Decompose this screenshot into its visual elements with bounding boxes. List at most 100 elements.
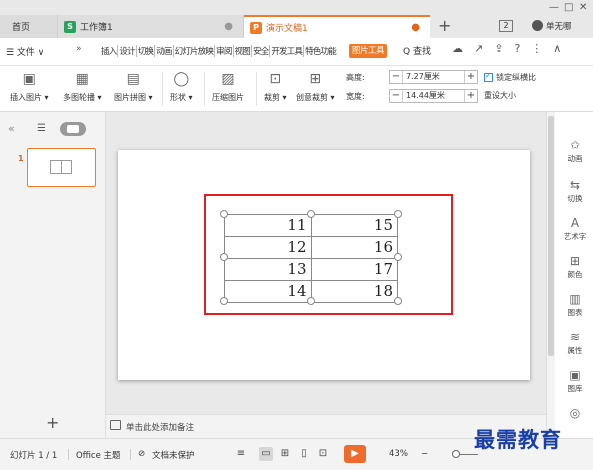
shield-icon: ⊘ <box>138 449 146 459</box>
tab-review[interactable]: 审阅 <box>214 45 232 57</box>
chart-pane-button[interactable]: ▥ 图表 <box>557 292 593 318</box>
table-cell[interactable]: 14 <box>224 280 312 303</box>
animation-pane-button[interactable]: ✩ 动画 <box>557 138 593 164</box>
user-name[interactable]: 单无哪 <box>546 20 572 32</box>
cloud-icon[interactable]: ☁ <box>452 42 463 55</box>
help-icon[interactable]: ? <box>514 42 520 55</box>
vertical-scrollbar[interactable] <box>547 112 555 438</box>
tab-transition[interactable]: 切换 <box>135 45 154 57</box>
compress-icon: ▨ <box>221 71 235 87</box>
minimize-button[interactable]: — <box>549 2 559 13</box>
zoom-slider-knob[interactable] <box>452 450 460 458</box>
wordart-pane-button[interactable]: A 艺术字 <box>557 216 593 242</box>
width-field[interactable]: − 14.44厘米 + <box>389 89 478 103</box>
table-cell[interactable]: 13 <box>224 258 312 281</box>
reset-size-button[interactable]: 重设大小 <box>484 90 516 101</box>
height-decrease-button[interactable]: − <box>390 71 402 83</box>
tab-developer[interactable]: 开发工具 <box>269 45 303 57</box>
table-cell[interactable]: 12 <box>224 236 312 259</box>
window-count-badge[interactable]: 2 <box>499 20 513 32</box>
data-table[interactable]: 11 15 12 16 13 17 14 18 <box>224 214 398 303</box>
outline-view-icon[interactable]: ☰ <box>37 123 46 134</box>
normal-view-icon[interactable]: ▭ <box>259 447 273 461</box>
location-pane-button[interactable]: ◎ <box>557 406 593 420</box>
sorter-view-icon[interactable]: ⊞ <box>278 447 292 461</box>
collapse-panel-icon[interactable]: « <box>8 122 15 135</box>
height-field[interactable]: − 7.27厘米 + <box>389 70 478 84</box>
notes-placeholder[interactable]: 单击此处添加备注 <box>126 421 194 433</box>
width-value[interactable]: 14.44厘米 <box>402 90 465 102</box>
lock-aspect-checkbox[interactable]: 锁定纵横比 <box>484 71 536 83</box>
gallery-pane-button[interactable]: ▣ 图库 <box>557 368 593 394</box>
presenter-view-icon[interactable]: ⊡ <box>316 447 330 461</box>
close-button[interactable]: ✕ <box>579 2 587 13</box>
table-cell[interactable]: 16 <box>310 236 398 259</box>
slide-thumbnail[interactable] <box>27 148 96 187</box>
properties-pane-button[interactable]: ≋ 属性 <box>557 330 593 356</box>
carousel-button[interactable]: ▦ 多图轮播 ▾ <box>63 70 102 103</box>
more-icon[interactable]: ⋮ <box>531 42 542 55</box>
new-tab-button[interactable]: + <box>438 16 451 35</box>
creative-crop-button[interactable]: ⊞ 创意裁剪 ▾ <box>296 70 335 103</box>
resize-handle[interactable] <box>220 253 228 261</box>
resize-handle[interactable] <box>220 297 228 305</box>
table-cell[interactable]: 17 <box>310 258 398 281</box>
zoom-slider-track[interactable] <box>458 454 478 455</box>
tab-home[interactable]: 首页 <box>0 15 58 38</box>
width-increase-button[interactable]: + <box>465 90 477 102</box>
resize-handle[interactable] <box>307 210 315 218</box>
shape-button[interactable]: ◯ 形状 ▾ <box>170 70 193 103</box>
compress-picture-button[interactable]: ▨ 压缩图片 <box>212 70 244 103</box>
slide[interactable]: 11 15 12 16 13 17 14 18 <box>118 150 530 380</box>
play-slideshow-button[interactable]: ▶ <box>344 445 366 463</box>
file-menu[interactable]: ☰ 文件 ∨ <box>6 45 44 58</box>
search-button[interactable]: Q 查找 <box>403 44 431 57</box>
zoom-out-button[interactable]: − <box>421 449 428 459</box>
resize-handle[interactable] <box>394 253 402 261</box>
height-increase-button[interactable]: + <box>465 71 477 83</box>
tab-animation[interactable]: 动画 <box>154 45 172 57</box>
resize-handle[interactable] <box>220 210 228 218</box>
resize-handle[interactable] <box>394 297 402 305</box>
height-value[interactable]: 7.27厘米 <box>402 71 465 83</box>
tab-slideshow[interactable]: 幻灯片放映 <box>172 45 215 57</box>
zoom-level[interactable]: 43% <box>389 449 408 459</box>
tab-presentation[interactable]: P 演示文稿1 ● <box>244 15 430 38</box>
crop-icon: ⊡ <box>269 71 282 87</box>
share-icon[interactable]: ↗ <box>474 42 483 55</box>
transition-pane-button[interactable]: ⇆ 切换 <box>557 178 593 204</box>
resize-handle[interactable] <box>394 210 402 218</box>
collage-button[interactable]: ▤ 图片拼图 ▾ <box>114 70 153 103</box>
collapse-ribbon-icon[interactable]: ∧ <box>553 42 561 55</box>
color-pane-button[interactable]: ⊞ 颜色 <box>557 254 593 280</box>
tab-insert[interactable]: 插入 <box>100 45 117 57</box>
width-decrease-button[interactable]: − <box>390 90 402 102</box>
tab-features[interactable]: 特色功能 <box>303 45 337 57</box>
insert-picture-button[interactable]: ▣ 插入图片 ▾ <box>10 70 49 103</box>
unsaved-dot: ● <box>411 22 420 33</box>
thumbnail-view-toggle[interactable] <box>60 122 86 136</box>
slide-number: 1 <box>18 154 24 163</box>
table-cell[interactable]: 11 <box>224 214 312 237</box>
crop-button[interactable]: ⊡ 裁剪 ▾ <box>264 70 287 103</box>
table-cell[interactable]: 15 <box>310 214 398 237</box>
tab-view[interactable]: 视图 <box>232 45 251 57</box>
table-cell[interactable]: 18 <box>310 280 398 303</box>
tab-security[interactable]: 安全 <box>250 45 269 57</box>
add-slide-button[interactable]: + <box>46 413 59 432</box>
scrollbar-thumb[interactable] <box>548 116 554 356</box>
document-protection[interactable]: 文档未保护 <box>152 449 195 461</box>
more-tabs-button[interactable]: » <box>76 44 82 54</box>
tab-picture-tools[interactable]: 图片工具 <box>349 44 388 58</box>
resize-handle[interactable] <box>307 297 315 305</box>
avatar[interactable] <box>532 20 543 31</box>
tab-workbook[interactable]: S 工作簿1 ● <box>58 15 244 38</box>
theme-name[interactable]: Office 主题 <box>76 449 121 461</box>
notes-view-icon[interactable]: ≡ <box>234 447 248 461</box>
height-label: 高度: <box>346 73 365 82</box>
maximize-button[interactable]: □ <box>564 2 573 13</box>
tab-design[interactable]: 设计 <box>117 45 136 57</box>
reading-view-icon[interactable]: ▯ <box>297 447 311 461</box>
picture-icon: ▣ <box>22 71 36 87</box>
export-icon[interactable]: ⇪ <box>494 42 503 55</box>
